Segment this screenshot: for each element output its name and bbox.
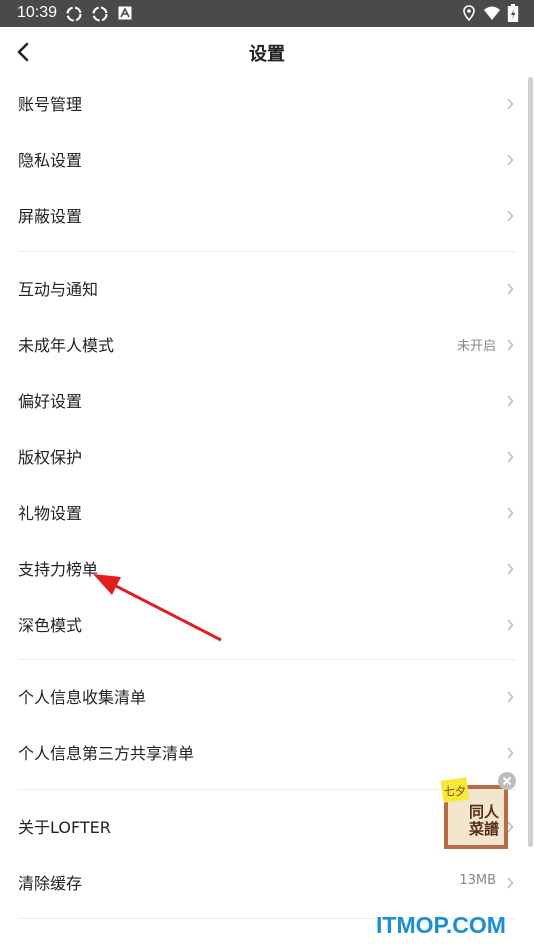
chevron-right-icon: [507, 210, 514, 222]
settings-group-account: 账号管理 隐私设置 屏蔽设置: [0, 76, 534, 244]
settings-group-general: 互动与通知 未成年人模式 未开启 偏好设置 版权保护 礼物设置 支持力榜单 深色…: [0, 261, 534, 653]
chevron-right-icon: [507, 154, 514, 166]
nav-bar: 设置: [0, 27, 534, 77]
chevron-right-icon: [507, 339, 514, 351]
watermark: ITMOP.COM: [376, 912, 506, 938]
battery-icon: [507, 4, 519, 22]
settings-item-dark-mode[interactable]: 深色模式: [0, 597, 534, 653]
chevron-right-icon: [507, 451, 514, 463]
settings-item-value: 13MB: [459, 873, 496, 888]
chevron-right-icon: [507, 563, 514, 575]
settings-item-label: 未成年人模式: [18, 336, 115, 355]
chevron-right-icon: [507, 877, 514, 889]
page-title: 设置: [249, 44, 285, 65]
settings-item-clear-cache[interactable]: 清除缓存 13MB: [0, 855, 534, 911]
chevron-right-icon: [507, 691, 514, 703]
chevron-right-icon: [507, 395, 514, 407]
settings-item-label: 偏好设置: [18, 392, 83, 411]
settings-item-label: 账号管理: [18, 95, 83, 114]
settings-item-value: 未开启: [456, 339, 496, 354]
settings-item-third-party-sharing[interactable]: 个人信息第三方共享清单: [0, 725, 534, 781]
divider: [18, 659, 516, 660]
close-icon[interactable]: [498, 772, 516, 790]
settings-item-privacy[interactable]: 隐私设置: [0, 132, 534, 188]
status-bar: 10:39: [0, 0, 534, 27]
sync-icon: [92, 6, 108, 22]
settings-item-label: 个人信息收集清单: [18, 688, 147, 707]
chevron-right-icon: [507, 98, 514, 110]
chevron-right-icon: [507, 283, 514, 295]
settings-item-label: 礼物设置: [18, 504, 83, 523]
settings-item-label: 支持力榜单: [18, 560, 99, 579]
scrollbar[interactable]: [528, 77, 533, 847]
settings-item-account-management[interactable]: 账号管理: [0, 76, 534, 132]
notification-app-icon: [118, 6, 132, 20]
chevron-right-icon: [507, 747, 514, 759]
ad-title: 同人菜譜: [468, 803, 499, 838]
settings-item-minor-mode[interactable]: 未成年人模式 未开启: [0, 317, 534, 373]
chevron-right-icon: [507, 619, 514, 631]
ad-badge: 七夕: [444, 785, 466, 798]
settings-item-label: 版权保护: [18, 448, 83, 467]
settings-item-interaction-notifications[interactable]: 互动与通知: [0, 261, 534, 317]
settings-item-label: 屏蔽设置: [18, 207, 83, 226]
settings-item-block[interactable]: 屏蔽设置: [0, 188, 534, 244]
settings-item-label: 隐私设置: [18, 151, 83, 170]
sync-icon: [66, 6, 82, 22]
settings-item-preferences[interactable]: 偏好设置: [0, 373, 534, 429]
settings-item-label: 个人信息第三方共享清单: [18, 744, 195, 763]
chevron-right-icon: [507, 507, 514, 519]
settings-item-personal-info-collection[interactable]: 个人信息收集清单: [0, 669, 534, 725]
settings-item-label: 关于LOFTER: [18, 818, 111, 837]
location-icon: [463, 5, 475, 21]
divider: [18, 251, 516, 252]
settings-item-label: 清除缓存: [18, 874, 83, 893]
wifi-icon: [484, 6, 500, 20]
settings-item-support-ranking[interactable]: 支持力榜单: [0, 541, 534, 597]
status-time: 10:39: [17, 4, 58, 21]
settings-item-label: 深色模式: [18, 616, 83, 635]
settings-item-label: 互动与通知: [18, 280, 99, 299]
settings-group-personal-info: 个人信息收集清单 个人信息第三方共享清单: [0, 669, 534, 781]
settings-item-copyright[interactable]: 版权保护: [0, 429, 534, 485]
settings-item-gifts[interactable]: 礼物设置: [0, 485, 534, 541]
